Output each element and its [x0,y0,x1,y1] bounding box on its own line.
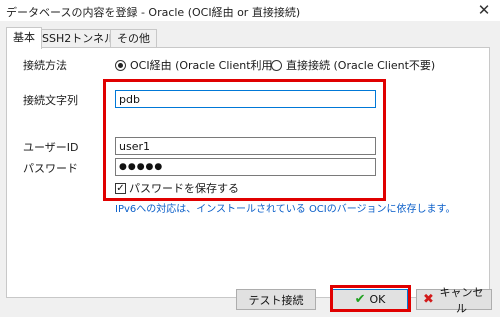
radio-unselected-icon [271,59,282,71]
tab-ssh2-tunnel[interactable]: SSH2トンネル [35,29,123,48]
title-bar: データベースの内容を登録 - Oracle (OCI経由 or 直接接続) ✕ [0,0,500,21]
cancel-button[interactable]: ✖ キャンセル [416,286,492,315]
radio-oci-label: OCI経由 (Oracle Client利用) [130,59,277,72]
close-icon[interactable]: ✕ [476,2,492,18]
radio-direct-label: 直接接続 (Oracle Client不要) [286,59,436,72]
cancel-label: キャンセル [439,285,484,315]
cancel-x-icon: ✖ [423,292,434,307]
ok-button[interactable]: ✔ OK [332,289,408,310]
radio-direct[interactable]: 直接接続 (Oracle Client不要) [271,57,435,73]
tab-other[interactable]: その他 [110,29,157,48]
save-password-label: パスワードを保存する [129,182,239,195]
radio-oci[interactable]: OCI経由 (Oracle Client利用) [115,57,277,73]
ipv6-note: IPv6への対応は、インストールされている OCIのバージョンに依存します。 [115,204,456,215]
test-connection-button[interactable]: テスト接続 [236,289,316,310]
test-connection-label: テスト接続 [248,293,304,307]
user-id-label: ユーザーID [23,141,79,154]
checkmark-icon: ✔ [354,292,366,307]
ok-label: OK [369,293,386,306]
tab-panel-basic: 接続方法 OCI経由 (Oracle Client利用) 直接接続 (Oracl… [6,47,490,298]
tab-basic[interactable]: 基本 [6,27,42,49]
connect-string-input[interactable] [115,90,376,108]
connection-method-label: 接続方法 [23,59,67,72]
connect-string-label: 接続文字列 [23,94,78,107]
user-id-input[interactable] [115,137,376,155]
save-password-checkbox[interactable]: ✓ パスワードを保存する [115,180,239,196]
radio-selected-icon [115,59,126,71]
check-icon: ✓ [115,182,126,194]
password-label: パスワード [23,162,78,175]
password-input[interactable] [115,158,376,176]
window-title: データベースの内容を登録 - Oracle (OCI経由 or 直接接続) [6,6,301,19]
dialog-body: 基本 SSH2トンネル その他 接続方法 OCI経由 (Oracle Clien… [0,21,500,317]
